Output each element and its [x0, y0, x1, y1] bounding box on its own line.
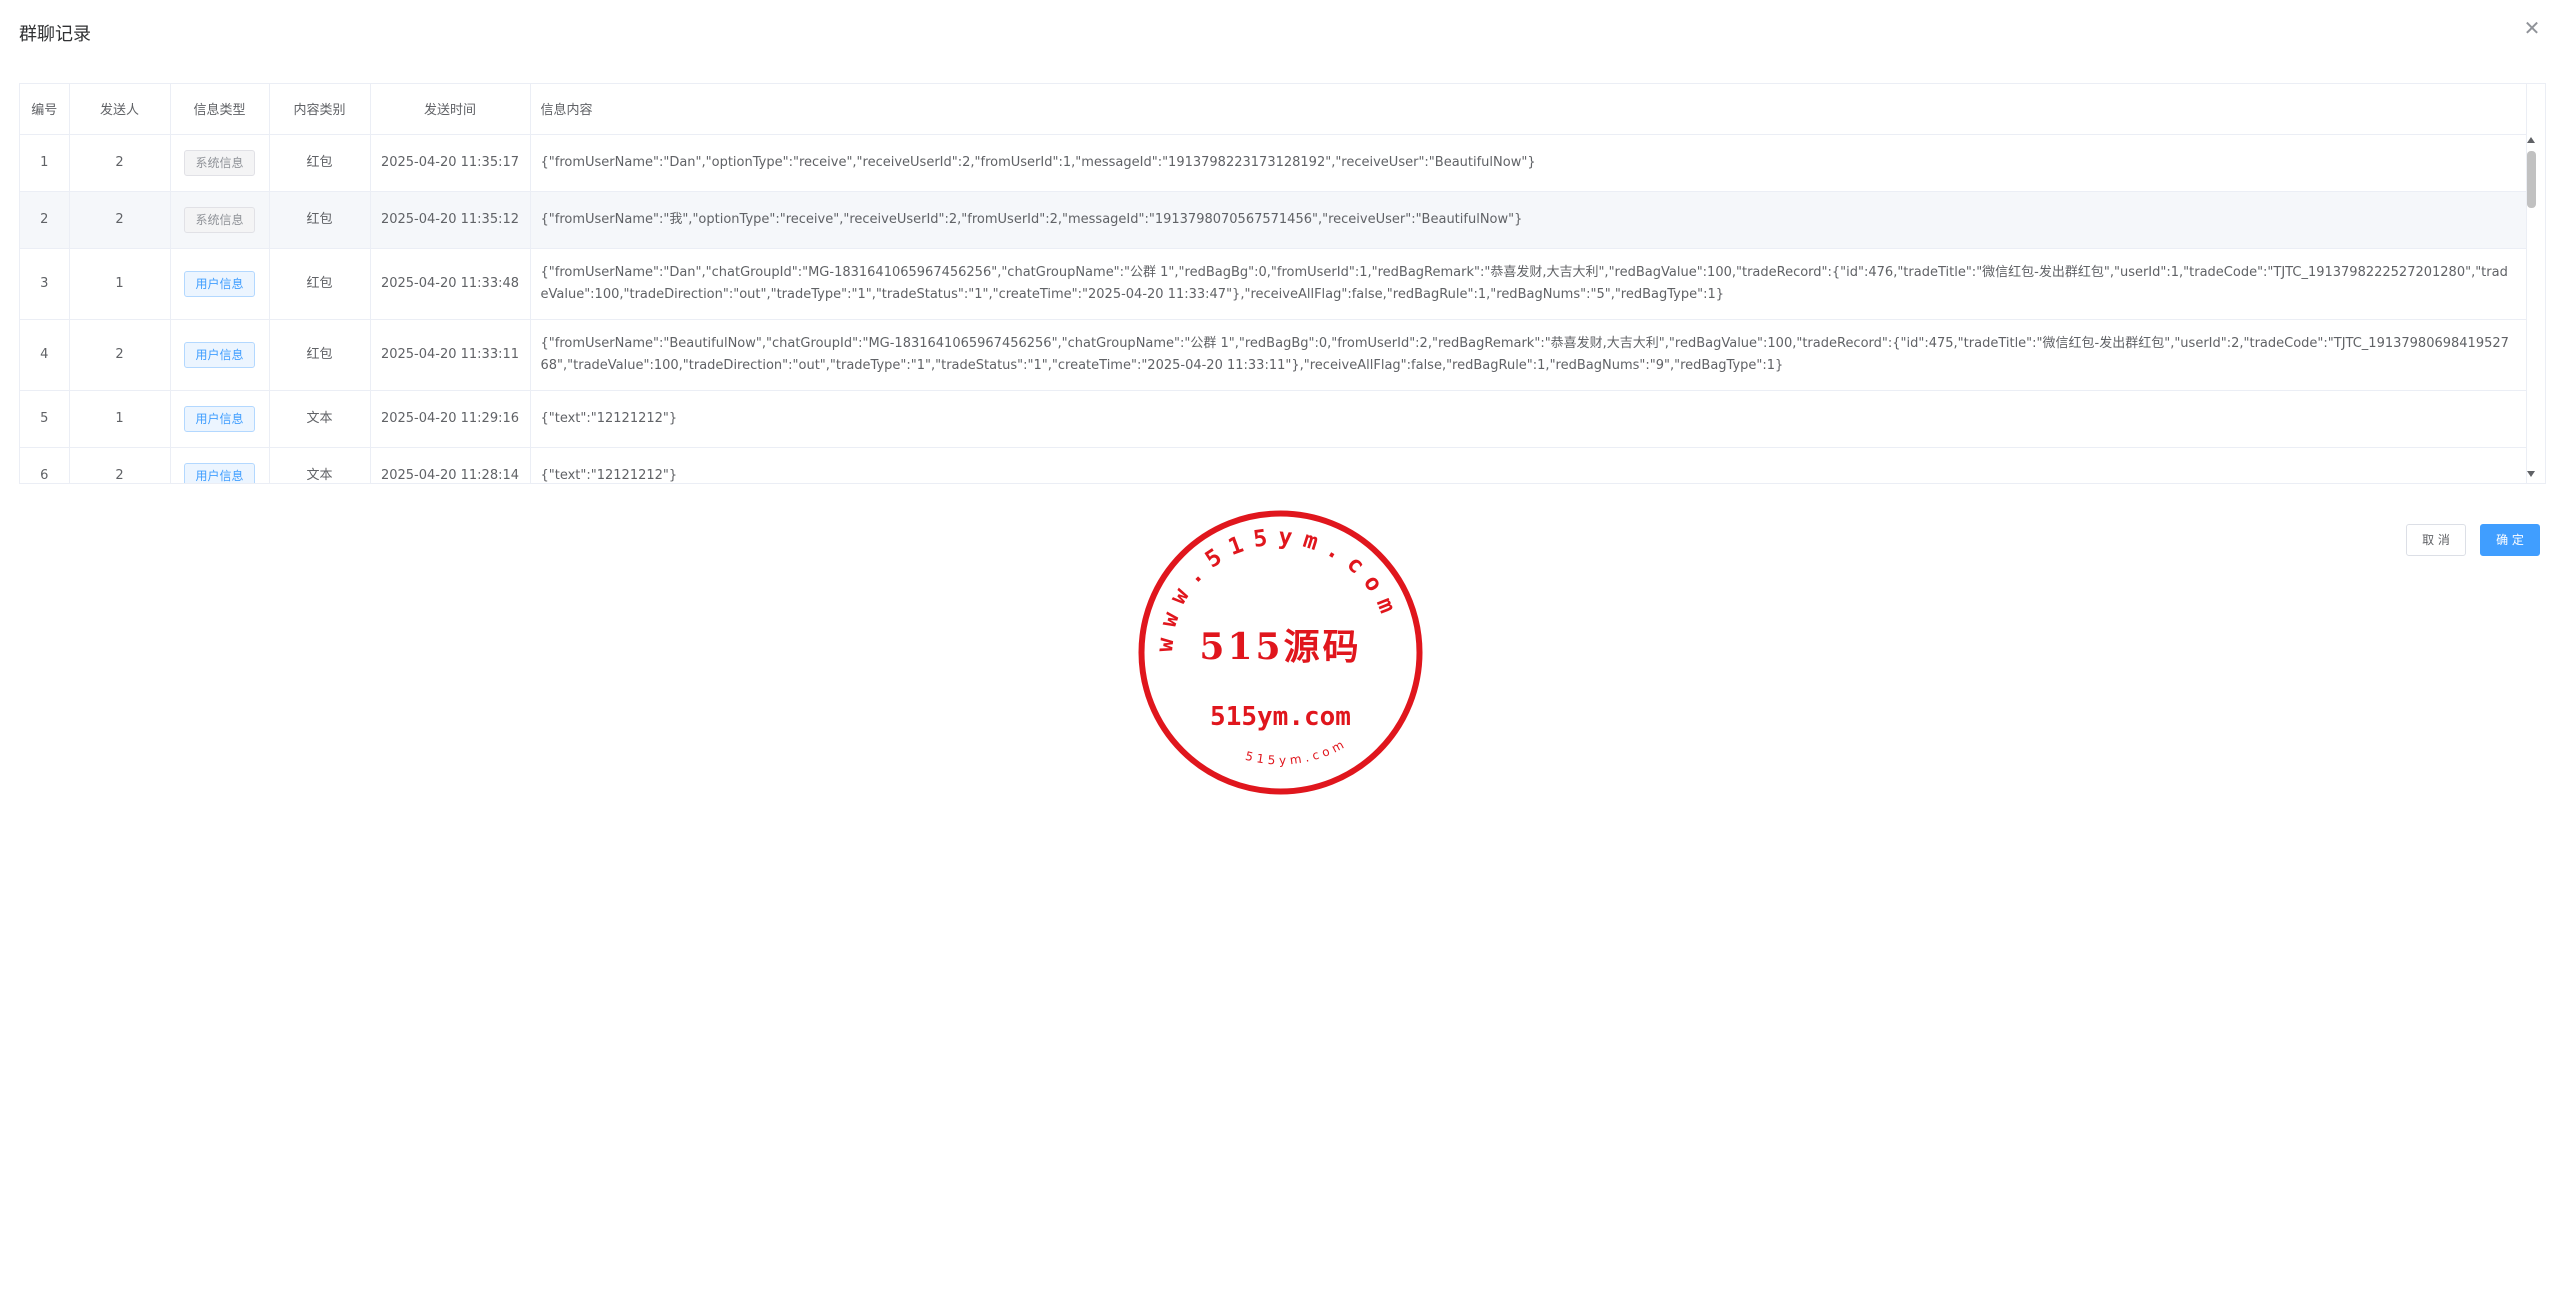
cell-id: 3	[20, 248, 70, 320]
column-header-category: 内容类别	[269, 84, 371, 135]
cell-content: {"fromUserName":"Dan","optionType":"rece…	[530, 134, 2527, 192]
cell-id: 1	[20, 134, 70, 192]
cell-msg-type: 用户信息	[170, 319, 270, 391]
table-scrollbar[interactable]	[2525, 133, 2539, 484]
cell-sender: 2	[69, 319, 171, 391]
msg-type-tag: 系统信息	[184, 149, 255, 176]
table-row: 3 1 用户信息 红包 2025-04-20 11:33:48 {"fromUs…	[20, 248, 2527, 320]
watermark-url-text: 515ym.com	[1210, 702, 1351, 732]
cell-sender: 1	[69, 390, 171, 448]
cell-time: 2025-04-20 11:28:14	[370, 447, 531, 483]
confirm-button[interactable]: 确 定	[2480, 524, 2540, 556]
cell-time: 2025-04-20 11:35:17	[370, 134, 531, 192]
cell-id: 5	[20, 390, 70, 448]
msg-type-tag: 用户信息	[184, 462, 255, 483]
column-header-id: 编号	[20, 84, 70, 135]
cell-time: 2025-04-20 11:29:16	[370, 390, 531, 448]
table-row: 4 2 用户信息 红包 2025-04-20 11:33:11 {"fromUs…	[20, 319, 2527, 391]
dialog-title: 群聊记录	[19, 24, 91, 45]
cell-content: {"text":"12121212"}	[530, 390, 2527, 448]
column-header-time: 发送时间	[370, 84, 531, 135]
chat-records-table: 编号 发送人 信息类型 内容类别 发送时间 信息内容 1 2 系统信息 红包 2…	[19, 83, 2546, 484]
cell-sender: 1	[69, 248, 171, 320]
cell-msg-type: 系统信息	[170, 134, 270, 192]
watermark-center-text: 515源码	[1199, 626, 1361, 668]
cell-msg-type: 用户信息	[170, 390, 270, 448]
cancel-button[interactable]: 取 消	[2406, 524, 2466, 556]
dialog-header: 群聊记录 ✕	[0, 0, 2560, 62]
cell-category: 红包	[269, 134, 371, 192]
msg-type-tag: 系统信息	[184, 206, 255, 233]
msg-type-tag: 用户信息	[184, 341, 255, 368]
column-header-msg-type: 信息类型	[170, 84, 270, 135]
cell-id: 6	[20, 447, 70, 483]
scroll-down-arrow-icon[interactable]	[2527, 471, 2535, 477]
scroll-up-arrow-icon[interactable]	[2527, 137, 2535, 143]
cell-id: 4	[20, 319, 70, 391]
close-icon[interactable]: ✕	[2520, 16, 2544, 40]
cell-sender: 2	[69, 134, 171, 192]
cell-msg-type: 用户信息	[170, 447, 270, 483]
cell-time: 2025-04-20 11:33:11	[370, 319, 531, 391]
cell-content: {"fromUserName":"Dan","chatGroupId":"MG-…	[530, 248, 2527, 320]
watermark-stamp: www.515ym.com 515源码 515ym.com 515ym.com	[1138, 510, 1423, 795]
table-row: 6 2 用户信息 文本 2025-04-20 11:28:14 {"text":…	[20, 447, 2527, 483]
cell-category: 红包	[269, 191, 371, 249]
cell-msg-type: 用户信息	[170, 248, 270, 320]
cell-sender: 2	[69, 191, 171, 249]
column-header-content: 信息内容	[530, 84, 2527, 135]
table-header-row: 编号 发送人 信息类型 内容类别 发送时间 信息内容	[20, 84, 2527, 135]
msg-type-tag: 用户信息	[184, 270, 255, 297]
cell-category: 文本	[269, 390, 371, 448]
watermark-small-text: 515ym.com	[1244, 736, 1350, 768]
cell-category: 红包	[269, 319, 371, 391]
cell-msg-type: 系统信息	[170, 191, 270, 249]
msg-type-tag: 用户信息	[184, 405, 255, 432]
cell-content: {"fromUserName":"BeautifulNow","chatGrou…	[530, 319, 2527, 391]
table-row: 5 1 用户信息 文本 2025-04-20 11:29:16 {"text":…	[20, 390, 2527, 448]
cell-category: 文本	[269, 447, 371, 483]
cell-category: 红包	[269, 248, 371, 320]
cell-sender: 2	[69, 447, 171, 483]
cell-time: 2025-04-20 11:35:12	[370, 191, 531, 249]
cell-content: {"text":"12121212"}	[530, 447, 2527, 483]
table-row: 2 2 系统信息 红包 2025-04-20 11:35:12 {"fromUs…	[20, 191, 2527, 249]
cell-id: 2	[20, 191, 70, 249]
table-row: 1 2 系统信息 红包 2025-04-20 11:35:17 {"fromUs…	[20, 134, 2527, 192]
cell-time: 2025-04-20 11:33:48	[370, 248, 531, 320]
column-header-sender: 发送人	[69, 84, 171, 135]
cell-content: {"fromUserName":"我","optionType":"receiv…	[530, 191, 2527, 249]
scroll-thumb[interactable]	[2527, 151, 2536, 208]
